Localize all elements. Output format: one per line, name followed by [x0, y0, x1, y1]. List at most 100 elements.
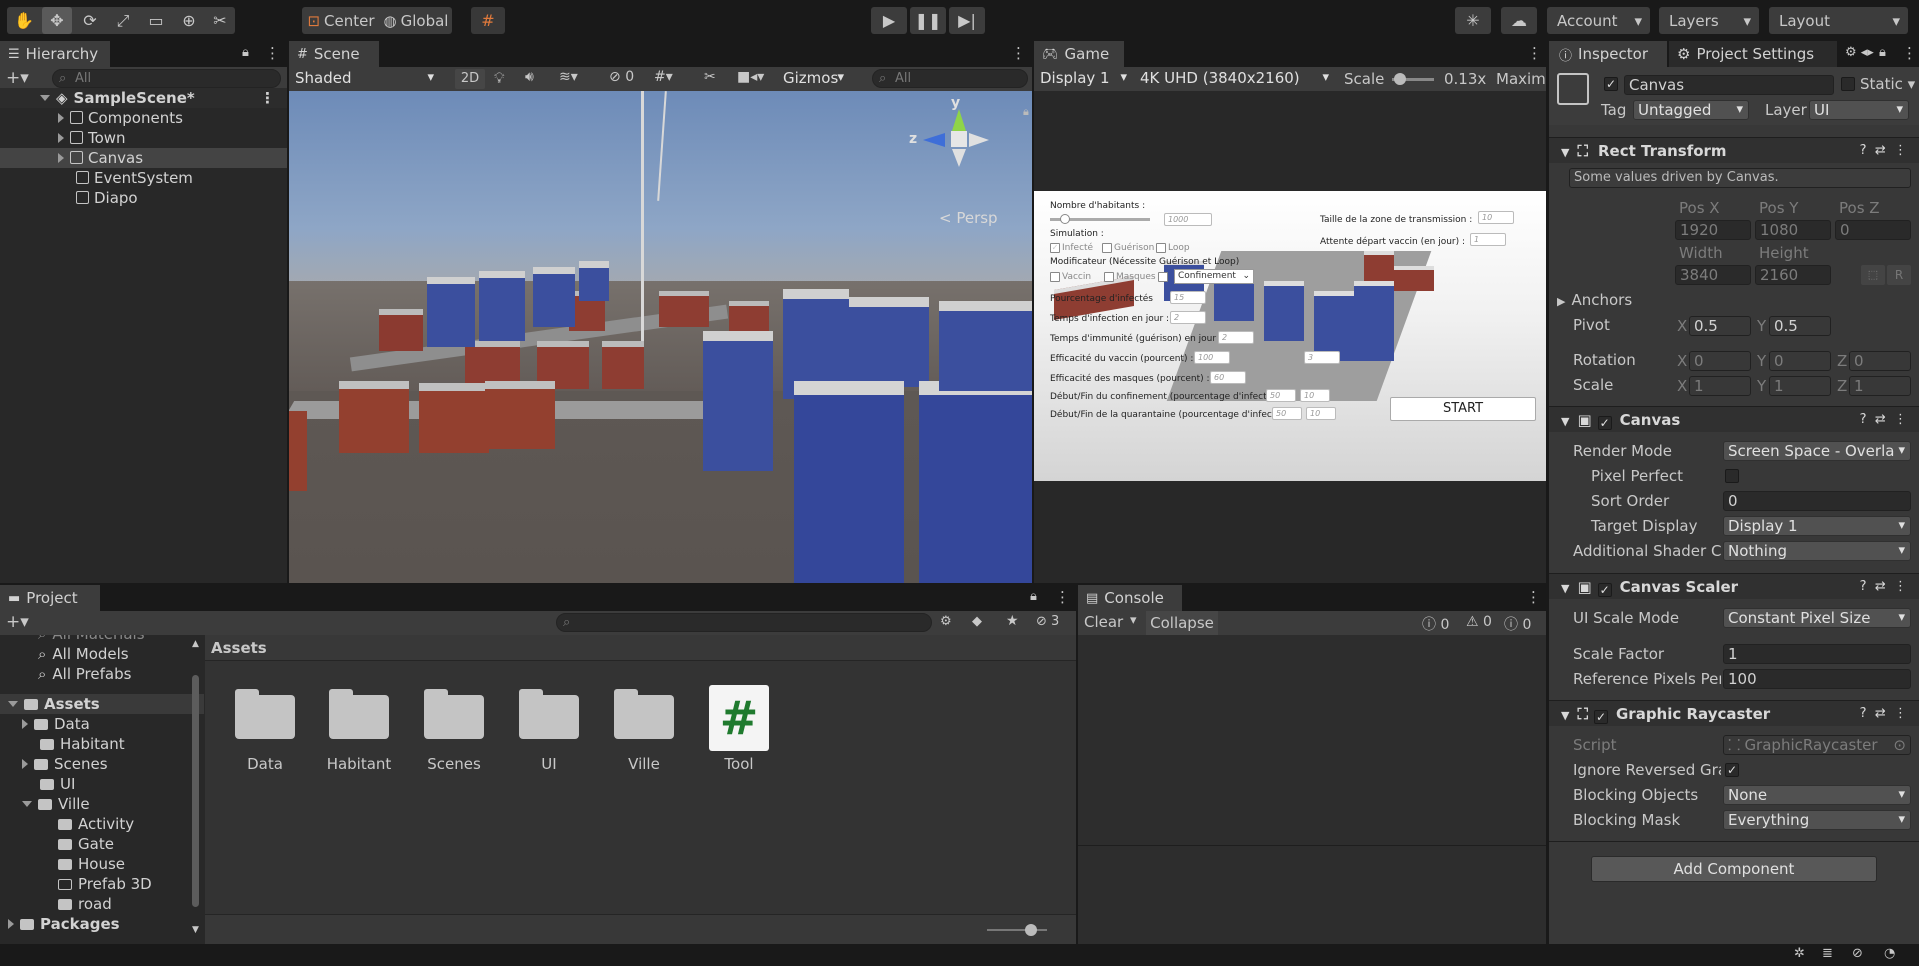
efficacite-vaccin-field[interactable]: 100: [1194, 351, 1230, 364]
tree-item-scenes[interactable]: Scenes: [0, 754, 204, 774]
tree-item-all-materials[interactable]: ⌕ All Materials: [0, 635, 204, 644]
render-mode-dropdown[interactable]: Screen Space - Overla: [1723, 441, 1911, 461]
icon-size-slider-thumb[interactable]: [1025, 924, 1037, 936]
pixel-perfect-checkbox[interactable]: [1725, 469, 1739, 483]
tree-item-ville[interactable]: Ville: [0, 794, 204, 814]
more-icon[interactable]: ⋮: [1526, 588, 1541, 606]
canvas-enabled-checkbox[interactable]: ✓: [1597, 416, 1612, 430]
cloud-icon[interactable]: ☁: [1501, 7, 1537, 34]
more-icon[interactable]: ⋮: [260, 88, 275, 108]
mode-2d-button[interactable]: 2D: [455, 69, 485, 89]
pivot-x-field[interactable]: 0.5: [1689, 316, 1751, 336]
hierarchy-item-town[interactable]: Town: [0, 128, 287, 148]
pause-icon[interactable]: ❚❚: [910, 7, 946, 34]
lock-icon[interactable]: 🔒︎: [1879, 45, 1886, 60]
persp-label[interactable]: < Persp: [939, 209, 998, 227]
rect-tool-icon[interactable]: ▭: [141, 7, 171, 34]
pivot-y-field[interactable]: 0.5: [1769, 316, 1831, 336]
hierarchy-item-diapo[interactable]: Diapo: [0, 188, 287, 208]
transform-tool-icon[interactable]: ⊕: [174, 7, 204, 34]
blocking-mask-dropdown[interactable]: Everything: [1723, 810, 1911, 830]
anchors-foldout[interactable]: ▶ Anchors: [1557, 291, 1632, 309]
more-icon[interactable]: ⋮: [1527, 44, 1542, 62]
shader-channels-dropdown[interactable]: Nothing: [1723, 541, 1911, 561]
lock-icon[interactable]: 🔒︎: [1023, 105, 1029, 119]
filter-type-icon[interactable]: ⚙: [940, 614, 952, 629]
scale-y-field[interactable]: 1: [1769, 376, 1831, 396]
tree-item-prefab-3d[interactable]: Prefab 3D: [0, 874, 204, 894]
debug-icon[interactable]: ✲: [1794, 946, 1805, 961]
tree-item-ui[interactable]: UI: [0, 774, 204, 794]
asset-data[interactable]: Data: [229, 685, 301, 785]
rot-x-field[interactable]: 0: [1689, 351, 1751, 371]
scale-slider-thumb[interactable]: [1394, 73, 1406, 85]
account-dropdown[interactable]: Account ▾: [1547, 7, 1650, 34]
raycaster-enabled-checkbox[interactable]: ✓: [1593, 710, 1608, 724]
tab-inspector[interactable]: ⓘ Inspector: [1549, 41, 1667, 67]
tab-hierarchy[interactable]: ☰ Hierarchy: [0, 41, 110, 67]
confinement-fin-field[interactable]: 10: [1300, 389, 1330, 402]
ref-pixels-field[interactable]: 100: [1723, 669, 1911, 689]
rot-z-field[interactable]: 0: [1849, 351, 1911, 371]
confinement-dropdown[interactable]: Confinement ⌄: [1174, 269, 1254, 284]
info-filter-toggle[interactable]: ⓘ 0: [1422, 614, 1449, 634]
tree-item-all-prefabs[interactable]: ⌕ All Prefabs: [0, 664, 204, 684]
asset-scenes[interactable]: Scenes: [418, 685, 490, 785]
scrollbar-thumb[interactable]: [192, 675, 199, 907]
quarantaine-fin-field[interactable]: 10: [1306, 407, 1336, 420]
canvas-scaler-header[interactable]: ▼ ▣ ✓ Canvas Scaler ? ⇄ ⋮: [1549, 573, 1919, 599]
display-dropdown[interactable]: Display 1: [1036, 69, 1132, 89]
tree-item-gate[interactable]: Gate: [0, 834, 204, 854]
clear-options-icon[interactable]: ▾: [1130, 613, 1137, 628]
vaccin-checkbox[interactable]: [1050, 272, 1060, 282]
habitants-field[interactable]: 1000: [1164, 213, 1212, 226]
shading-dropdown[interactable]: Shaded: [291, 69, 439, 89]
sort-order-field[interactable]: 0: [1723, 491, 1911, 511]
hierarchy-search-input[interactable]: ⌕ All: [52, 69, 281, 88]
tree-item-assets[interactable]: Assets: [0, 694, 204, 714]
scale-factor-field[interactable]: 1: [1723, 644, 1911, 664]
orientation-gizmo[interactable]: y z: [909, 95, 1009, 185]
rect-transform-header[interactable]: ▼ ⛶ Rect Transform ? ⇄ ⋮: [1549, 137, 1919, 163]
more-tabs-icon[interactable]: ⚙ ◂▸: [1845, 45, 1874, 60]
tab-console[interactable]: ▤ Console: [1078, 585, 1182, 611]
tree-item-house[interactable]: House: [0, 854, 204, 874]
more-icon[interactable]: ⋮: [1011, 44, 1026, 62]
confinement-debut-field[interactable]: 50: [1266, 389, 1296, 402]
infecte-checkbox[interactable]: ✓: [1050, 243, 1060, 253]
blueprint-mode-icon[interactable]: ⬚: [1861, 265, 1885, 285]
confinement-checkbox[interactable]: [1158, 272, 1168, 282]
active-checkbox[interactable]: ✓: [1604, 77, 1618, 91]
temps-immunite-field[interactable]: 2: [1218, 331, 1254, 344]
move-tool-icon[interactable]: ✥: [42, 7, 72, 34]
audio-icon[interactable]: 🔊︎: [525, 69, 534, 85]
grid-icon[interactable]: #▾: [654, 69, 673, 85]
scroll-up-icon[interactable]: ▲: [192, 639, 199, 649]
error-filter-toggle[interactable]: ⓘ 0: [1504, 614, 1531, 634]
taille-zone-field[interactable]: 10: [1478, 211, 1514, 224]
add-component-button[interactable]: Add Component: [1591, 856, 1877, 882]
loop-checkbox[interactable]: [1156, 243, 1166, 253]
start-button[interactable]: START: [1390, 397, 1536, 421]
tools-icon[interactable]: ✂: [704, 69, 716, 85]
assets-breadcrumb[interactable]: Assets: [205, 635, 1076, 661]
resolution-dropdown[interactable]: 4K UHD (3840x2160): [1136, 69, 1334, 89]
cache-server-icon[interactable]: ≣: [1822, 946, 1833, 961]
object-picker-icon[interactable]: ⊙: [1893, 736, 1906, 754]
tree-item-habitant[interactable]: Habitant: [0, 734, 204, 754]
tree-item-activity[interactable]: Activity: [0, 814, 204, 834]
extra-field[interactable]: 3: [1304, 351, 1340, 364]
lighting-icon[interactable]: 💡︎: [494, 69, 505, 87]
layout-dropdown[interactable]: Layout ▾: [1769, 7, 1908, 34]
graphic-raycaster-header[interactable]: ▼ ⛶ ✓ Graphic Raycaster ? ⇄ ⋮: [1549, 700, 1919, 726]
camera-icon[interactable]: ■◂▾: [737, 69, 764, 85]
object-name-field[interactable]: Canvas: [1624, 75, 1834, 95]
hidden-packages-icon[interactable]: ⊘ 3: [1036, 614, 1059, 629]
tab-game[interactable]: 🎮︎ Game: [1034, 41, 1124, 67]
game-viewport[interactable]: Nombre d'habitants : 1000 Simulation : ✓…: [1034, 191, 1546, 481]
component-menu-icons[interactable]: ? ⇄ ⋮: [1860, 138, 1907, 164]
static-checkbox[interactable]: [1841, 77, 1855, 91]
scene-viewport[interactable]: y z 🔒︎ < Persp: [289, 91, 1032, 583]
scroll-down-icon[interactable]: ▼: [192, 925, 199, 935]
tag-dropdown[interactable]: Untagged: [1633, 100, 1749, 120]
